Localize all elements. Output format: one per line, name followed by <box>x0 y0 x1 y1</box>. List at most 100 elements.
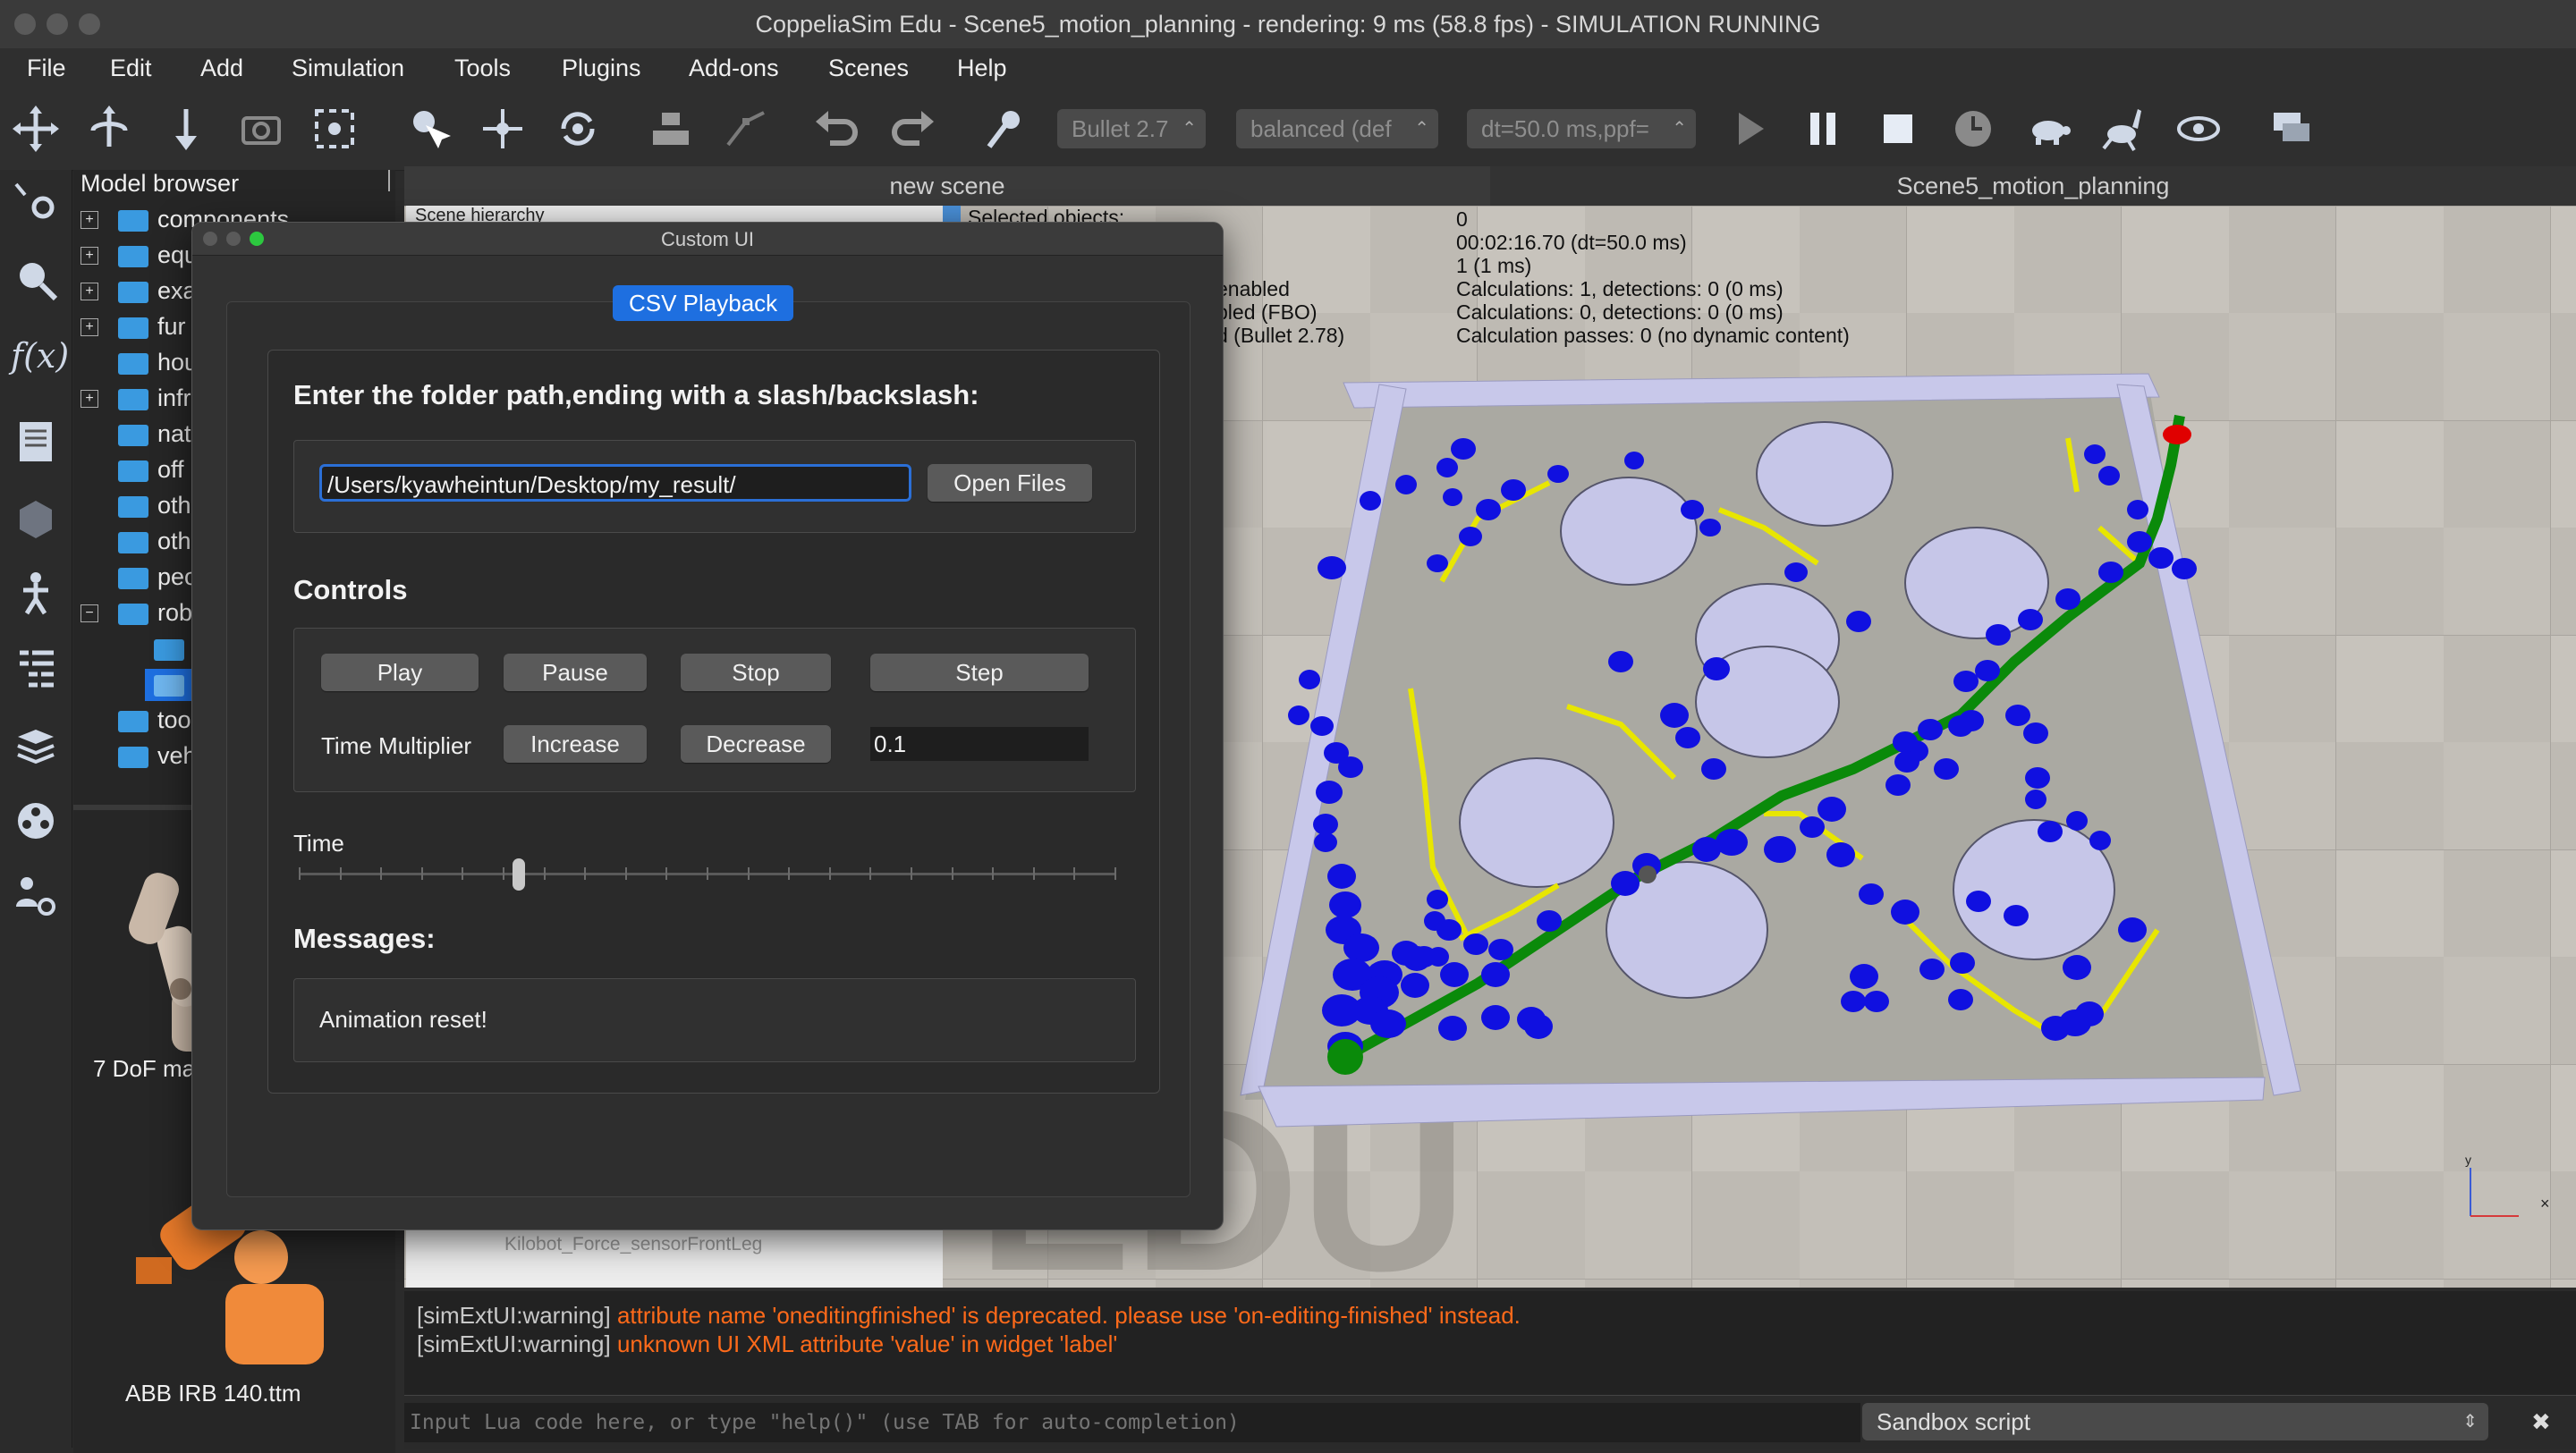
play-icon[interactable] <box>1724 104 1775 154</box>
folder-icon <box>154 639 184 661</box>
menubar: File Edit Add Simulation Tools Plugins A… <box>0 48 2576 88</box>
splitter-handle[interactable] <box>388 170 390 191</box>
step-button[interactable]: Step <box>870 654 1089 691</box>
expand-toggle[interactable]: + <box>80 283 98 300</box>
pause-button[interactable]: Pause <box>504 654 647 691</box>
folder-icon <box>118 532 148 553</box>
info-right-line-6: Calculation passes: 0 (no dynamic conten… <box>1456 324 1850 347</box>
increase-button[interactable]: Increase <box>504 725 647 763</box>
tree-item-label: oth <box>157 528 191 554</box>
dialog-titlebar[interactable]: Custom UI <box>192 223 1223 256</box>
tree-item-label: veh <box>157 742 197 769</box>
time-slider[interactable] <box>299 857 1116 892</box>
timestep-select[interactable]: dt=50.0 ms,ppf= ⌃ <box>1467 109 1696 148</box>
tree-item-label: rob <box>157 599 193 626</box>
object-rotate-icon[interactable] <box>553 104 603 154</box>
scene-tabs: new scene Scene5_motion_planning <box>404 166 2576 206</box>
folder-icon <box>118 210 148 232</box>
menu-file[interactable]: File <box>27 55 66 82</box>
menu-help[interactable]: Help <box>957 55 1007 82</box>
start-node <box>1327 1039 1363 1075</box>
realtime-clock-icon[interactable] <box>1948 104 1998 154</box>
slider-handle[interactable] <box>513 858 525 891</box>
hierarchy-item-kilobot[interactable]: Kilobot_Force_sensorFrontLeg <box>504 1234 762 1255</box>
expand-toggle[interactable]: + <box>80 390 98 408</box>
folder-icon <box>118 604 148 625</box>
slider-tick <box>952 867 953 880</box>
menu-add[interactable]: Add <box>200 55 243 82</box>
time-multiplier-input[interactable]: 0.1 <box>870 727 1089 761</box>
scene-switch-icon[interactable] <box>2267 104 2317 154</box>
video-recorder-reel-icon[interactable] <box>11 796 61 846</box>
slider-tick <box>829 867 831 880</box>
folder-icon <box>118 353 148 375</box>
model-figure-icon[interactable] <box>11 569 61 619</box>
dynamics-toggle-icon[interactable] <box>980 104 1030 154</box>
zoom-magnifier-icon[interactable] <box>11 254 61 304</box>
dialog-title: Custom UI <box>661 228 754 250</box>
slow-down-turtle-icon[interactable] <box>2023 104 2073 154</box>
shape-edit-cube-icon[interactable] <box>11 494 61 544</box>
accuracy-value: balanced (def <box>1250 115 1392 142</box>
undo-icon[interactable] <box>812 104 862 154</box>
folder-icon <box>118 496 148 518</box>
assemble-icon[interactable] <box>646 104 696 154</box>
click-select-icon[interactable] <box>404 104 454 154</box>
camera-rotate-icon[interactable] <box>84 104 134 154</box>
close-icon[interactable]: ✖ <box>2531 1408 2551 1436</box>
function-fx-icon[interactable]: f(x) <box>11 331 69 381</box>
visualization-eye-icon[interactable] <box>2174 104 2224 154</box>
decrease-button[interactable]: Decrease <box>681 725 831 763</box>
accuracy-select[interactable]: balanced (def ⌃ <box>1236 109 1438 148</box>
info-right-line-5: Calculations: 0, detections: 0 (0 ms) <box>1456 300 1784 324</box>
user-settings-icon[interactable] <box>11 871 61 921</box>
camera-icon[interactable] <box>236 104 286 154</box>
scene-hierarchy-panel[interactable]: Kilobot_Force_sensorFrontLeg <box>406 1225 943 1288</box>
fit-to-view-icon[interactable] <box>309 104 360 154</box>
menu-addons[interactable]: Add-ons <box>689 55 779 82</box>
object-shift-icon[interactable] <box>478 104 528 154</box>
slider-tick <box>707 867 708 880</box>
stop-icon[interactable] <box>1873 104 1923 154</box>
tab-scene5-motion-planning[interactable]: Scene5_motion_planning <box>1490 166 2576 206</box>
log-prefix: [simExtUI:warning] <box>417 1331 617 1357</box>
physics-engine-select[interactable]: Bullet 2.7 ⌃ <box>1057 109 1206 148</box>
menu-plugins[interactable]: Plugins <box>562 55 641 82</box>
redo-icon[interactable] <box>887 104 937 154</box>
layers-icon[interactable] <box>11 719 61 769</box>
csv-playback-tab[interactable]: CSV Playback <box>613 285 794 321</box>
scene-settings-gear-icon[interactable] <box>11 177 61 227</box>
expand-toggle[interactable]: + <box>80 247 98 265</box>
menu-scenes[interactable]: Scenes <box>828 55 909 82</box>
folder-icon <box>118 425 148 446</box>
info-right-line-4: Calculations: 1, detections: 0 (0 ms) <box>1456 277 1784 300</box>
slider-tick <box>584 867 586 880</box>
script-document-icon[interactable] <box>11 417 61 467</box>
slider-tick <box>340 867 342 880</box>
open-files-button[interactable]: Open Files <box>928 464 1092 502</box>
path-edit-icon[interactable] <box>721 104 771 154</box>
status-console[interactable]: [simExtUI:warning] attribute name 'onedi… <box>404 1291 2576 1395</box>
menu-tools[interactable]: Tools <box>454 55 511 82</box>
folder-path-input[interactable]: /Users/kyawheintun/Desktop/my_result/ <box>319 464 911 502</box>
camera-pan-icon[interactable] <box>11 104 61 154</box>
collapse-toggle[interactable]: − <box>80 604 98 622</box>
camera-shift-icon[interactable] <box>161 104 211 154</box>
menu-simulation[interactable]: Simulation <box>292 55 404 82</box>
svg-text:y: y <box>2465 1153 2471 1167</box>
menu-edit[interactable]: Edit <box>110 55 152 82</box>
window-titlebar: CoppeliaSim Edu - Scene5_motion_planning… <box>0 0 2576 49</box>
tab-new-scene[interactable]: new scene <box>404 166 1491 206</box>
hierarchy-list-icon[interactable] <box>11 644 61 694</box>
expand-toggle[interactable]: + <box>80 211 98 229</box>
speed-up-rabbit-icon[interactable] <box>2098 104 2148 154</box>
script-selector[interactable]: Sandbox script ⇕ <box>1862 1403 2488 1440</box>
lua-command-input[interactable] <box>404 1403 1860 1442</box>
controls-heading: Controls <box>293 574 408 605</box>
stop-button[interactable]: Stop <box>681 654 831 691</box>
expand-toggle[interactable]: + <box>80 318 98 336</box>
pause-icon[interactable] <box>1798 104 1848 154</box>
kilobot-robot <box>1639 866 1657 883</box>
play-button[interactable]: Play <box>321 654 479 691</box>
info-left-line-2: bled (FBO) <box>1216 300 1318 324</box>
